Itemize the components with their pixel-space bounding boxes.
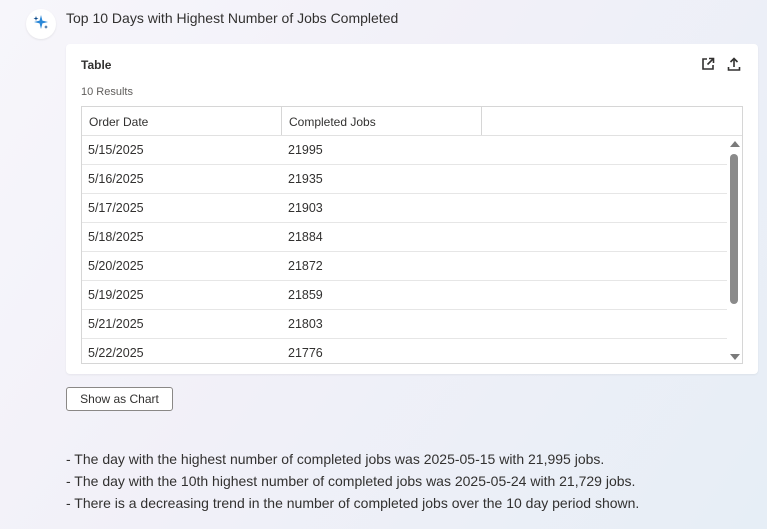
show-as-chart-button[interactable]: Show as Chart (66, 387, 173, 411)
table-row[interactable]: 5/17/2025 21903 (82, 194, 727, 223)
cell-completed-jobs: 21935 (288, 172, 323, 186)
summary-text: - The day with the highest number of com… (66, 448, 639, 514)
table-row[interactable]: 5/21/2025 21803 (82, 310, 727, 339)
cell-order-date: 5/15/2025 (88, 143, 144, 157)
cell-order-date: 5/18/2025 (88, 230, 144, 244)
assistant-avatar (26, 9, 56, 39)
table-row[interactable]: 5/15/2025 21995 (82, 136, 727, 165)
sparkle-icon (32, 13, 50, 36)
export-icon[interactable] (726, 56, 742, 72)
cell-order-date: 5/20/2025 (88, 259, 144, 273)
cell-completed-jobs: 21859 (288, 288, 323, 302)
summary-line: - The day with the highest number of com… (66, 451, 605, 467)
cell-order-date: 5/22/2025 (88, 346, 144, 360)
cell-order-date: 5/16/2025 (88, 172, 144, 186)
message-title: Top 10 Days with Highest Number of Jobs … (66, 10, 399, 26)
column-header-empty (482, 107, 742, 135)
grid-body: 5/15/2025 21995 5/16/2025 21935 5/17/202… (82, 136, 742, 363)
summary-line: - The day with the 10th highest number o… (66, 473, 636, 489)
scroll-up-icon[interactable] (730, 141, 740, 147)
cell-order-date: 5/19/2025 (88, 288, 144, 302)
summary-line: - There is a decreasing trend in the num… (66, 495, 640, 511)
data-grid: Order Date Completed Jobs 5/15/2025 2199… (81, 106, 743, 364)
table-row[interactable]: 5/20/2025 21872 (82, 252, 727, 281)
table-card: Table 10 Results Order Date Completed Jo… (66, 44, 758, 374)
column-header-order-date[interactable]: Order Date (82, 107, 282, 135)
cell-completed-jobs: 21776 (288, 346, 323, 360)
cell-completed-jobs: 21872 (288, 259, 323, 273)
vertical-scrollbar[interactable] (727, 136, 741, 363)
result-count: 10 Results (81, 86, 133, 98)
cell-order-date: 5/17/2025 (88, 201, 144, 215)
scrollbar-thumb[interactable] (730, 154, 738, 304)
column-header-completed-jobs[interactable]: Completed Jobs (282, 107, 482, 135)
cell-completed-jobs: 21995 (288, 143, 323, 157)
cell-completed-jobs: 21903 (288, 201, 323, 215)
table-row[interactable]: 5/19/2025 21859 (82, 281, 727, 310)
table-row[interactable]: 5/18/2025 21884 (82, 223, 727, 252)
cell-completed-jobs: 21803 (288, 317, 323, 331)
open-external-icon[interactable] (700, 56, 716, 72)
cell-order-date: 5/21/2025 (88, 317, 144, 331)
card-title: Table (81, 58, 112, 72)
grid-header: Order Date Completed Jobs (82, 107, 742, 136)
card-actions (700, 56, 742, 72)
cell-completed-jobs: 21884 (288, 230, 323, 244)
table-row[interactable]: 5/16/2025 21935 (82, 165, 727, 194)
table-row[interactable]: 5/22/2025 21776 (82, 339, 727, 363)
scroll-down-icon[interactable] (730, 354, 740, 360)
